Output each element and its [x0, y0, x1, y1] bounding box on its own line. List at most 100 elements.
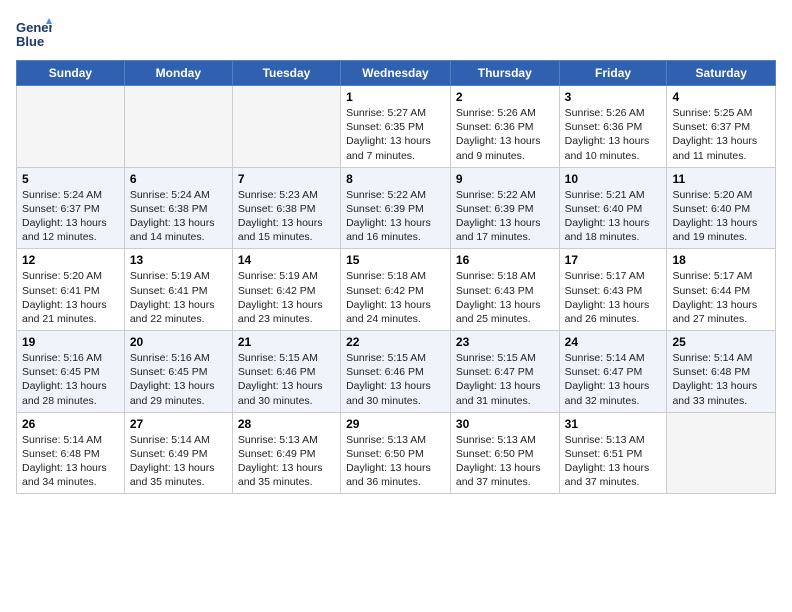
calendar-week-3: 12 Sunrise: 5:20 AM Sunset: 6:41 PM Dayli… [17, 249, 776, 331]
header-tuesday: Tuesday [232, 61, 340, 86]
day-info: Sunrise: 5:20 AM Sunset: 6:40 PM Dayligh… [672, 188, 770, 245]
calendar-cell: 4 Sunrise: 5:25 AM Sunset: 6:37 PM Daylig… [667, 86, 776, 168]
calendar-week-2: 5 Sunrise: 5:24 AM Sunset: 6:37 PM Daylig… [17, 167, 776, 249]
calendar-week-1: 1 Sunrise: 5:27 AM Sunset: 6:35 PM Daylig… [17, 86, 776, 168]
day-info: Sunrise: 5:13 AM Sunset: 6:50 PM Dayligh… [456, 433, 554, 490]
day-number: 25 [672, 335, 770, 349]
day-number: 29 [346, 417, 445, 431]
day-info: Sunrise: 5:13 AM Sunset: 6:51 PM Dayligh… [565, 433, 662, 490]
calendar-cell: 25Sunrise: 5:14 AM Sunset: 6:48 PM Dayli… [667, 331, 776, 413]
calendar-cell: 24 Sunrise: 5:14 AM Sunset: 6:47 PM Dayli… [559, 331, 667, 413]
calendar-cell: 5 Sunrise: 5:24 AM Sunset: 6:37 PM Daylig… [17, 167, 125, 249]
day-info: Sunrise: 5:24 AM Sunset: 6:38 PM Dayligh… [130, 188, 227, 245]
calendar-cell [232, 86, 340, 168]
calendar-cell: 9Sunrise: 5:22 AM Sunset: 6:39 PM Daylig… [450, 167, 559, 249]
calendar-cell: 14 Sunrise: 5:19 AM Sunset: 6:42 PM Dayli… [232, 249, 340, 331]
calendar-table: SundayMondayTuesdayWednesdayThursdayFrid… [16, 60, 776, 494]
logo-icon: General Blue [16, 16, 52, 52]
day-number: 3 [565, 90, 662, 104]
calendar-cell: 19 Sunrise: 5:16 AM Sunset: 6:45 PM Dayli… [17, 331, 125, 413]
day-info: Sunrise: 5:23 AM Sunset: 6:38 PM Dayligh… [238, 188, 335, 245]
day-number: 22 [346, 335, 445, 349]
day-info: Sunrise: 5:26 AM Sunset: 6:36 PM Dayligh… [456, 106, 554, 163]
day-info: Sunrise: 5:13 AM Sunset: 6:50 PM Dayligh… [346, 433, 445, 490]
calendar-cell: 20 Sunrise: 5:16 AM Sunset: 6:45 PM Dayli… [124, 331, 232, 413]
day-info: Sunrise: 5:14 AM Sunset: 6:48 PM Dayligh… [22, 433, 119, 490]
day-number: 15 [346, 253, 445, 267]
header-saturday: Saturday [667, 61, 776, 86]
day-info: Sunrise: 5:13 AM Sunset: 6:49 PM Dayligh… [238, 433, 335, 490]
day-number: 20 [130, 335, 227, 349]
calendar-cell: 31 Sunrise: 5:13 AM Sunset: 6:51 PM Dayli… [559, 412, 667, 494]
calendar-cell: 16 Sunrise: 5:18 AM Sunset: 6:43 PM Dayli… [450, 249, 559, 331]
day-number: 7 [238, 172, 335, 186]
day-info: Sunrise: 5:14 AM Sunset: 6:49 PM Dayligh… [130, 433, 227, 490]
calendar-week-4: 19 Sunrise: 5:16 AM Sunset: 6:45 PM Dayli… [17, 331, 776, 413]
day-info: Sunrise: 5:17 AM Sunset: 6:43 PM Dayligh… [565, 269, 662, 326]
calendar-cell: 29 Sunrise: 5:13 AM Sunset: 6:50 PM Dayli… [341, 412, 451, 494]
calendar-cell: 28Sunrise: 5:13 AM Sunset: 6:49 PM Dayli… [232, 412, 340, 494]
header-thursday: Thursday [450, 61, 559, 86]
day-info: Sunrise: 5:15 AM Sunset: 6:47 PM Dayligh… [456, 351, 554, 408]
day-number: 10 [565, 172, 662, 186]
day-number: 5 [22, 172, 119, 186]
day-number: 11 [672, 172, 770, 186]
calendar-cell [124, 86, 232, 168]
day-number: 27 [130, 417, 227, 431]
calendar-cell: 15Sunrise: 5:18 AM Sunset: 6:42 PM Dayli… [341, 249, 451, 331]
day-number: 17 [565, 253, 662, 267]
day-number: 13 [130, 253, 227, 267]
day-number: 12 [22, 253, 119, 267]
calendar-cell: 12 Sunrise: 5:20 AM Sunset: 6:41 PM Dayli… [17, 249, 125, 331]
calendar-cell [667, 412, 776, 494]
day-number: 2 [456, 90, 554, 104]
day-info: Sunrise: 5:17 AM Sunset: 6:44 PM Dayligh… [672, 269, 770, 326]
day-info: Sunrise: 5:21 AM Sunset: 6:40 PM Dayligh… [565, 188, 662, 245]
day-number: 14 [238, 253, 335, 267]
calendar-cell: 18 Sunrise: 5:17 AM Sunset: 6:44 PM Dayli… [667, 249, 776, 331]
calendar-cell: 13 Sunrise: 5:19 AM Sunset: 6:41 PM Dayli… [124, 249, 232, 331]
day-number: 16 [456, 253, 554, 267]
calendar-cell: 17 Sunrise: 5:17 AM Sunset: 6:43 PM Dayli… [559, 249, 667, 331]
day-number: 4 [672, 90, 770, 104]
logo: General Blue [16, 16, 56, 52]
day-info: Sunrise: 5:16 AM Sunset: 6:45 PM Dayligh… [130, 351, 227, 408]
day-info: Sunrise: 5:27 AM Sunset: 6:35 PM Dayligh… [346, 106, 445, 163]
day-info: Sunrise: 5:19 AM Sunset: 6:41 PM Dayligh… [130, 269, 227, 326]
header-monday: Monday [124, 61, 232, 86]
day-number: 24 [565, 335, 662, 349]
calendar-cell: 22 Sunrise: 5:15 AM Sunset: 6:46 PM Dayli… [341, 331, 451, 413]
day-info: Sunrise: 5:15 AM Sunset: 6:46 PM Dayligh… [346, 351, 445, 408]
day-number: 21 [238, 335, 335, 349]
calendar-cell: 26 Sunrise: 5:14 AM Sunset: 6:48 PM Dayli… [17, 412, 125, 494]
day-info: Sunrise: 5:16 AM Sunset: 6:45 PM Dayligh… [22, 351, 119, 408]
calendar-cell: 11 Sunrise: 5:20 AM Sunset: 6:40 PM Dayli… [667, 167, 776, 249]
header-wednesday: Wednesday [341, 61, 451, 86]
day-number: 18 [672, 253, 770, 267]
calendar-cell [17, 86, 125, 168]
day-info: Sunrise: 5:24 AM Sunset: 6:37 PM Dayligh… [22, 188, 119, 245]
day-number: 1 [346, 90, 445, 104]
calendar-cell: 2 Sunrise: 5:26 AM Sunset: 6:36 PM Daylig… [450, 86, 559, 168]
day-number: 8 [346, 172, 445, 186]
calendar-cell: 6 Sunrise: 5:24 AM Sunset: 6:38 PM Daylig… [124, 167, 232, 249]
calendar-cell: 21Sunrise: 5:15 AM Sunset: 6:46 PM Dayli… [232, 331, 340, 413]
calendar-cell: 3Sunrise: 5:26 AM Sunset: 6:36 PM Daylig… [559, 86, 667, 168]
day-info: Sunrise: 5:18 AM Sunset: 6:43 PM Dayligh… [456, 269, 554, 326]
calendar-cell: 23Sunrise: 5:15 AM Sunset: 6:47 PM Dayli… [450, 331, 559, 413]
day-info: Sunrise: 5:20 AM Sunset: 6:41 PM Dayligh… [22, 269, 119, 326]
day-number: 6 [130, 172, 227, 186]
day-info: Sunrise: 5:19 AM Sunset: 6:42 PM Dayligh… [238, 269, 335, 326]
day-number: 19 [22, 335, 119, 349]
svg-text:Blue: Blue [16, 34, 44, 49]
day-info: Sunrise: 5:14 AM Sunset: 6:47 PM Dayligh… [565, 351, 662, 408]
day-number: 26 [22, 417, 119, 431]
day-info: Sunrise: 5:22 AM Sunset: 6:39 PM Dayligh… [456, 188, 554, 245]
day-number: 30 [456, 417, 554, 431]
calendar-cell: 1 Sunrise: 5:27 AM Sunset: 6:35 PM Daylig… [341, 86, 451, 168]
header-friday: Friday [559, 61, 667, 86]
day-info: Sunrise: 5:22 AM Sunset: 6:39 PM Dayligh… [346, 188, 445, 245]
day-info: Sunrise: 5:25 AM Sunset: 6:37 PM Dayligh… [672, 106, 770, 163]
calendar-cell: 10 Sunrise: 5:21 AM Sunset: 6:40 PM Dayli… [559, 167, 667, 249]
day-number: 31 [565, 417, 662, 431]
